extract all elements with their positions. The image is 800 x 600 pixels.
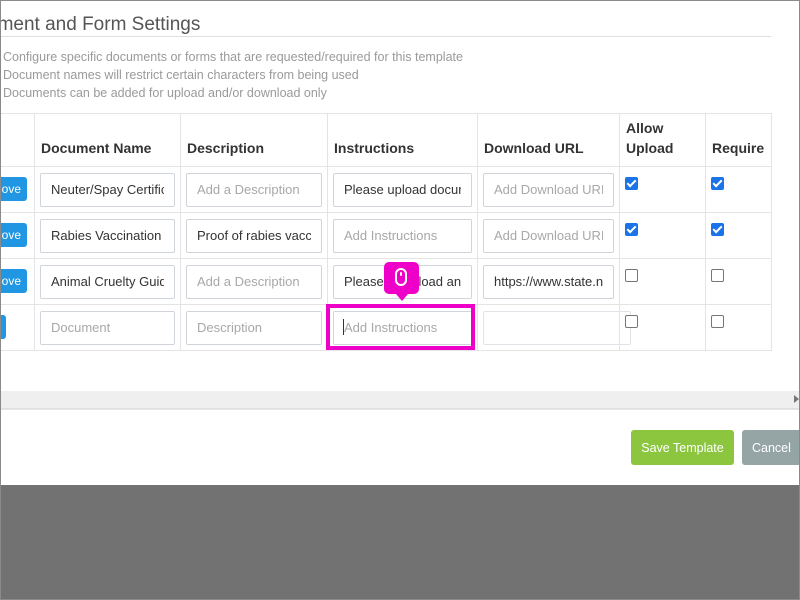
required-checkbox[interactable] (711, 177, 724, 191)
text-caret (343, 319, 344, 335)
new-document-name-input[interactable] (40, 310, 175, 345)
note-line: Document names will restrict certain cha… (3, 68, 359, 82)
allow-upload-checkbox[interactable] (625, 177, 638, 191)
add-document-button[interactable] (1, 315, 6, 339)
title-divider (1, 36, 771, 37)
click-indicator (384, 262, 419, 301)
modal-backdrop (1, 485, 799, 599)
header-description: Description (180, 113, 328, 167)
allow-upload-checkbox[interactable] (625, 223, 638, 237)
actions-cell: ove (1, 258, 35, 305)
required-checkbox[interactable] (711, 269, 724, 283)
document-name-input[interactable] (40, 218, 175, 253)
header-allow-upload: Allow Upload (619, 113, 706, 167)
note-line: Configure specific documents or forms th… (3, 50, 463, 64)
required-checkbox[interactable] (711, 223, 724, 237)
instructions-input[interactable] (333, 218, 472, 253)
description-input[interactable] (186, 218, 322, 253)
header-allow-upload-line1: Allow (626, 120, 664, 136)
remove-button[interactable]: ove (1, 269, 27, 293)
documents-table: Document Name Description Instructions D… (1, 113, 772, 351)
download-url-input[interactable] (483, 264, 614, 299)
header-allow-upload-line2: Upload (626, 140, 674, 156)
header-instructions: Instructions (327, 113, 478, 167)
header-required: Require (705, 113, 772, 167)
horizontal-scrollbar[interactable] (1, 391, 799, 409)
table-header-row: Document Name Description Instructions D… (1, 113, 772, 167)
new-allow-upload-checkbox[interactable] (625, 315, 638, 329)
new-instructions-input[interactable] (333, 310, 472, 345)
note-line: Documents can be added for upload and/or… (3, 86, 327, 100)
remove-button[interactable]: ove (1, 177, 27, 201)
section-title: ument and Form Settings (1, 14, 201, 35)
new-download-url-input[interactable] (483, 310, 631, 345)
template-settings-modal: ument and Form Settings Configure specif… (1, 1, 799, 485)
download-url-input[interactable] (483, 172, 614, 207)
document-name-input[interactable] (40, 172, 175, 207)
header-document-name: Document Name (34, 113, 181, 167)
allow-upload-checkbox[interactable] (625, 269, 638, 283)
description-input[interactable] (186, 264, 322, 299)
download-url-input[interactable] (483, 218, 614, 253)
instructions-input[interactable] (333, 172, 472, 207)
actions-cell: ove (1, 212, 35, 259)
new-required-checkbox[interactable] (711, 315, 724, 329)
header-actions (1, 113, 35, 167)
actions-cell (1, 304, 35, 351)
table-row: ove (1, 212, 772, 259)
mouse-icon (395, 268, 407, 286)
scroll-right-arrow-icon[interactable] (794, 395, 799, 403)
header-download-url: Download URL (477, 113, 620, 167)
new-document-row (1, 304, 772, 351)
actions-cell: ove (1, 166, 35, 213)
footer-divider (1, 409, 799, 410)
description-input[interactable] (186, 172, 322, 207)
cancel-button[interactable]: Cancel (742, 430, 799, 465)
section-notes: Configure specific documents or forms th… (3, 48, 463, 102)
new-description-input[interactable] (186, 310, 322, 345)
save-template-button[interactable]: Save Template (631, 430, 734, 465)
document-name-input[interactable] (40, 264, 175, 299)
table-row: ove (1, 166, 772, 213)
remove-button[interactable]: ove (1, 223, 27, 247)
